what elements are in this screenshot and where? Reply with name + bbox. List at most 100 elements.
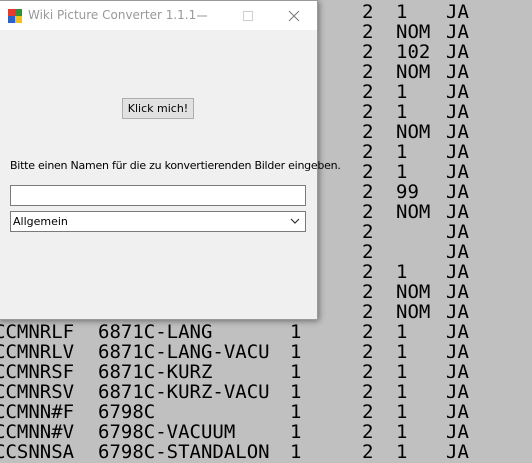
terminal-cell-val: 1 bbox=[396, 361, 408, 383]
terminal-cell-ja: JA bbox=[446, 261, 469, 283]
terminal-cell-ja: JA bbox=[446, 161, 469, 183]
terminal-cell-ja: JA bbox=[446, 361, 469, 383]
terminal-cell-two: 2 bbox=[362, 281, 374, 303]
terminal-cell-one: 1 bbox=[290, 421, 302, 443]
terminal-cell-two: 2 bbox=[362, 121, 374, 143]
terminal-cell-two: 2 bbox=[362, 241, 374, 263]
terminal-cell-code: CCMNN#F bbox=[0, 401, 75, 423]
terminal-cell-name: 6798C-STANDALON bbox=[98, 441, 270, 463]
terminal-cell-ja: JA bbox=[446, 41, 469, 63]
name-input[interactable] bbox=[10, 185, 306, 206]
terminal-cell-ja: JA bbox=[446, 201, 469, 223]
terminal-row: CCMNRSF 6871C-KURZ 1 2 1 JA bbox=[0, 362, 532, 382]
terminal-cell-two: 2 bbox=[362, 141, 374, 163]
terminal-cell-ja: JA bbox=[446, 241, 469, 263]
terminal-cell-two: 2 bbox=[362, 181, 374, 203]
klick-button[interactable]: Klick mich! bbox=[122, 98, 194, 119]
terminal-cell-code: CCMNRLF bbox=[0, 321, 75, 343]
terminal-row: CCMNRSV 6871C-KURZ-VACU 1 2 1 JA bbox=[0, 382, 532, 402]
terminal-cell-val: 1 bbox=[396, 381, 408, 403]
terminal-cell-two: 2 bbox=[362, 381, 374, 403]
app-window: Wiki Picture Converter 1.1.1 Klick mich!… bbox=[0, 0, 341, 320]
terminal-cell-two: 2 bbox=[362, 301, 374, 323]
terminal-cell-ja: JA bbox=[446, 421, 469, 443]
terminal-cell-val: 1 bbox=[396, 261, 408, 283]
terminal-cell-name: 6871C-LANG bbox=[98, 321, 213, 343]
terminal-cell-two: 2 bbox=[362, 321, 374, 343]
terminal-row: CCSNNSA 6798C-STANDALON 1 2 1 JA bbox=[0, 442, 532, 462]
terminal-cell-two: 2 bbox=[362, 1, 374, 23]
terminal-cell-ja: JA bbox=[446, 61, 469, 83]
terminal-cell-two: 2 bbox=[362, 81, 374, 103]
terminal-cell-two: 2 bbox=[362, 261, 374, 283]
terminal-cell-two: 2 bbox=[362, 441, 374, 463]
terminal-cell-ja: JA bbox=[446, 81, 469, 103]
terminal-cell-val: NOM bbox=[396, 281, 431, 303]
terminal-cell-two: 2 bbox=[362, 41, 374, 63]
terminal-cell-ja: JA bbox=[446, 101, 469, 123]
terminal-cell-name: 6798C-VACUUM bbox=[98, 421, 236, 443]
terminal-cell-ja: JA bbox=[446, 381, 469, 403]
select-value: Allgemein bbox=[13, 215, 68, 228]
terminal-cell-val: 1 bbox=[396, 1, 408, 23]
terminal-cell-one: 1 bbox=[290, 361, 302, 383]
terminal-cell-ja: JA bbox=[446, 321, 469, 343]
terminal-cell-ja: JA bbox=[446, 281, 469, 303]
terminal-cell-val: 1 bbox=[396, 141, 408, 163]
terminal-row: CCMNN#F 6798C 1 2 1 JA bbox=[0, 402, 532, 422]
terminal-cell-val: 1 bbox=[396, 101, 408, 123]
terminal-cell-one: 1 bbox=[290, 441, 302, 463]
instruction-label: Bitte einen Namen für die zu konvertiere… bbox=[10, 159, 341, 172]
terminal-cell-one: 1 bbox=[290, 321, 302, 343]
terminal-cell-ja: JA bbox=[446, 1, 469, 23]
terminal-cell-val: 1 bbox=[396, 421, 408, 443]
terminal-cell-name: 6871C-KURZ-VACU bbox=[98, 381, 270, 403]
terminal-cell-val: NOM bbox=[396, 301, 431, 323]
terminal-cell-name: 6798C bbox=[98, 401, 156, 423]
chevron-down-icon bbox=[290, 218, 300, 224]
terminal-cell-val: 1 bbox=[396, 441, 408, 463]
terminal-cell-code: CCMNRSF bbox=[0, 361, 75, 383]
terminal-cell-ja: JA bbox=[446, 341, 469, 363]
terminal-cell-val: 1 bbox=[396, 81, 408, 103]
window-title: Wiki Picture Converter 1.1.1 bbox=[28, 8, 197, 22]
terminal-cell-one: 1 bbox=[290, 401, 302, 423]
minimize-button[interactable] bbox=[179, 1, 225, 30]
terminal-cell-two: 2 bbox=[362, 341, 374, 363]
terminal-cell-one: 1 bbox=[290, 341, 302, 363]
terminal-cell-val: NOM bbox=[396, 201, 431, 223]
terminal-cell-ja: JA bbox=[446, 301, 469, 323]
terminal-cell-code: CCMNN#V bbox=[0, 421, 75, 443]
terminal-cell-val: NOM bbox=[396, 61, 431, 83]
terminal-cell-ja: JA bbox=[446, 221, 469, 243]
terminal-cell-two: 2 bbox=[362, 61, 374, 83]
terminal-cell-two: 2 bbox=[362, 161, 374, 183]
maximize-button[interactable] bbox=[225, 1, 271, 30]
terminal-cell-one: 1 bbox=[290, 381, 302, 403]
terminal-cell-val: NOM bbox=[396, 121, 431, 143]
maximize-icon bbox=[243, 10, 253, 21]
terminal-cell-val: 1 bbox=[396, 401, 408, 423]
terminal-cell-ja: JA bbox=[446, 401, 469, 423]
terminal-cell-val: 1 bbox=[396, 161, 408, 183]
terminal-row: CCMNRLV 6871C-LANG-VACU 1 2 1 JA bbox=[0, 342, 532, 362]
terminal-cell-val: 102 bbox=[396, 41, 431, 63]
terminal-cell-ja: JA bbox=[446, 441, 469, 463]
close-icon bbox=[288, 10, 300, 21]
window-client-area: Klick mich! Bitte einen Namen für die zu… bbox=[0, 30, 341, 319]
app-icon bbox=[8, 9, 22, 23]
terminal-cell-ja: JA bbox=[446, 181, 469, 203]
minimize-icon bbox=[197, 15, 207, 16]
category-select[interactable]: Allgemein bbox=[10, 211, 306, 232]
terminal-cell-code: CCMNRSV bbox=[0, 381, 75, 403]
terminal-cell-val: 1 bbox=[396, 321, 408, 343]
terminal-cell-two: 2 bbox=[362, 421, 374, 443]
terminal-cell-two: 2 bbox=[362, 361, 374, 383]
terminal-cell-ja: JA bbox=[446, 121, 469, 143]
terminal-cell-name: 6871C-LANG-VACU bbox=[98, 341, 270, 363]
close-button[interactable] bbox=[271, 1, 317, 30]
title-bar[interactable]: Wiki Picture Converter 1.1.1 bbox=[0, 1, 317, 30]
terminal-cell-ja: JA bbox=[446, 21, 469, 43]
terminal-cell-two: 2 bbox=[362, 221, 374, 243]
terminal-cell-two: 2 bbox=[362, 401, 374, 423]
